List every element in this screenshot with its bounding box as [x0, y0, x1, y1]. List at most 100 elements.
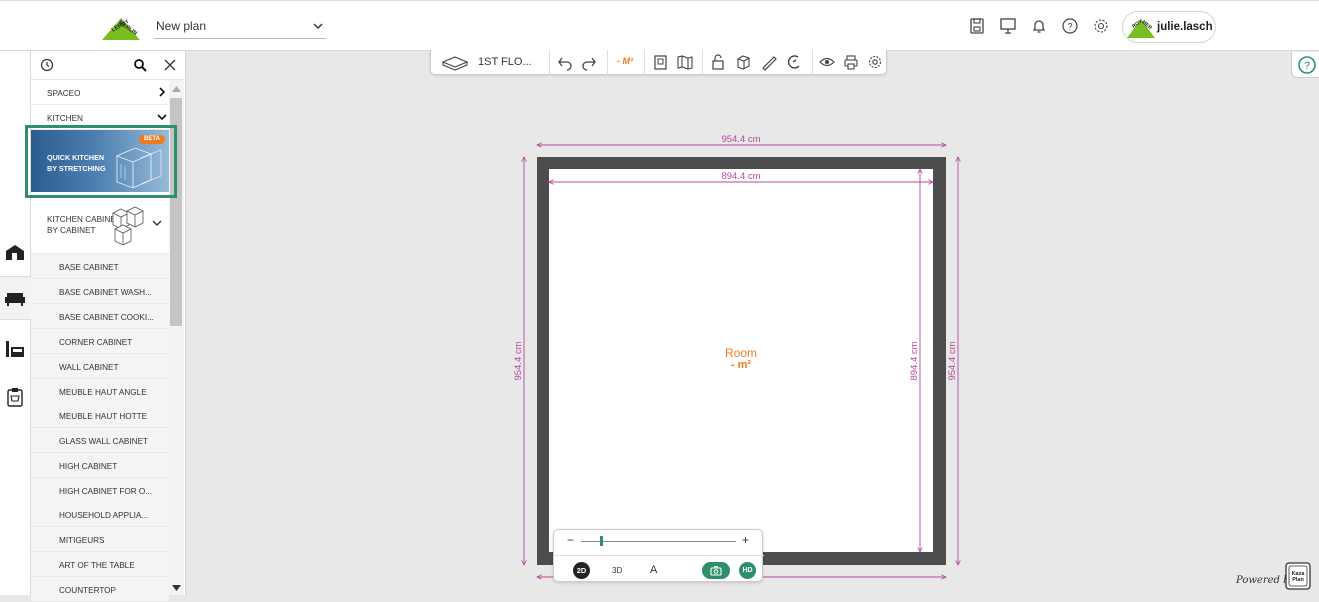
cube-icon[interactable]: [735, 54, 751, 71]
catalog-item-label: HOUSEHOLD APPLIA...: [59, 511, 149, 520]
magnet-icon[interactable]: [786, 54, 802, 71]
catalog-item-label: MITIGEURS: [59, 536, 105, 545]
user-menu[interactable]: ROY MER julie.lasch: [1122, 11, 1216, 43]
rail-house-button[interactable]: [0, 231, 31, 275]
view-controls: − + 2D 3D A HD: [553, 529, 764, 582]
catalog-item[interactable]: CORNER CABINET: [31, 329, 169, 354]
settings-icon[interactable]: [1092, 17, 1110, 35]
eye-icon[interactable]: [819, 54, 835, 71]
catalog-item[interactable]: WALL CABINET: [31, 354, 169, 379]
toolbar-separator: [549, 50, 550, 75]
rail-furniture-button[interactable]: [0, 276, 31, 320]
dim-label-outer-width: 954.4 cm: [721, 134, 760, 145]
catalog-item-label: BASE CABINET COOKI...: [59, 313, 154, 322]
sofa-icon: [5, 293, 25, 306]
rail-kitchen-button[interactable]: [0, 327, 31, 371]
ruler-icon[interactable]: [761, 54, 777, 71]
user-name: julie.lasch: [1157, 21, 1213, 33]
category-spaceo[interactable]: SPACEO: [31, 80, 169, 105]
map-icon[interactable]: [676, 54, 694, 71]
top-bar: LEROY MERLIN New plan ? ROY MER julie.la…: [0, 0, 1319, 51]
floor-icon: [441, 56, 469, 71]
cabinet-stack-icon: [112, 206, 144, 245]
toolbar-separator: [702, 50, 703, 75]
close-icon[interactable]: [163, 58, 177, 72]
catalog-item[interactable]: BASE CABINET COOKI...: [31, 304, 169, 329]
presentation-icon[interactable]: [999, 17, 1017, 35]
svg-text:?: ?: [1067, 22, 1072, 32]
category-label: KITCHEN: [47, 114, 83, 123]
view-3d-button[interactable]: 3D: [612, 566, 622, 575]
catalog-item[interactable]: HIGH CABINET: [31, 453, 169, 478]
undo-icon[interactable]: [557, 54, 573, 71]
bell-icon[interactable]: [1030, 17, 1048, 35]
redo-icon[interactable]: [581, 54, 597, 71]
chevron-down-icon: [157, 114, 167, 121]
catalog-item-label: CORNER CABINET: [59, 338, 133, 347]
plan-name-select[interactable]: New plan: [154, 15, 326, 39]
catalog-item[interactable]: BASE CABINET WASH...: [31, 279, 169, 304]
zoom-out-button[interactable]: −: [567, 533, 574, 547]
text-toggle-button[interactable]: A: [650, 564, 657, 576]
catalog-item-label: HIGH CABINET: [59, 462, 118, 471]
catalog-item[interactable]: COUNTERTOP: [31, 577, 169, 602]
rail-shopping-list-button[interactable]: [0, 376, 31, 420]
leroy-merlin-logo[interactable]: LEROY MERLIN: [100, 12, 142, 42]
catalog-item-label: MEUBLE HAUT HOTTE: [59, 412, 148, 421]
print-icon[interactable]: [843, 54, 859, 71]
document-icon[interactable]: [653, 54, 668, 71]
zoom-in-button[interactable]: +: [742, 533, 749, 547]
catalog-item[interactable]: MEUBLE HAUT ANGLE: [31, 379, 169, 404]
room-name: Room: [724, 346, 757, 360]
view-controls-divider: [554, 555, 764, 556]
room-area: - m²: [730, 359, 752, 371]
dim-label-outer-height-left: 954.4 cm: [513, 341, 524, 380]
toolbar-separator: [812, 50, 813, 75]
settings-icon[interactable]: [867, 54, 883, 71]
hd-render-button[interactable]: HD: [739, 562, 756, 579]
catalog-item[interactable]: HOUSEHOLD APPLIA...: [31, 502, 169, 527]
catalog-item[interactable]: HIGH CABINET FOR O...: [31, 478, 169, 503]
clipboard-cart-icon: [7, 388, 23, 407]
catalog-item[interactable]: BASE CABINET: [31, 254, 169, 279]
zoom-slider-track[interactable]: [581, 541, 736, 542]
plan-toolbar: 1ST FLO... - M²: [430, 50, 887, 75]
history-icon[interactable]: [40, 58, 54, 72]
dim-label-inner-width: 894.4 cm: [721, 171, 760, 182]
area-toggle-button[interactable]: - M²: [617, 56, 633, 66]
catalog-item-label: GLASS WALL CABINET: [59, 437, 149, 446]
chevron-down-icon: [313, 23, 323, 29]
catalog-item-label: BASE CABINET: [59, 263, 119, 272]
floor-select[interactable]: 1ST FLO...: [478, 56, 532, 68]
kitchen-cabinet-group[interactable]: KITCHEN CABINET BY CABINET: [31, 199, 169, 254]
scroll-up-arrow-icon[interactable]: [172, 86, 181, 92]
view-2d-button[interactable]: 2D: [573, 562, 590, 579]
catalog-item-label: COUNTERTOP: [59, 586, 117, 595]
snapshot-button[interactable]: [702, 562, 730, 579]
chevron-down-icon: [152, 220, 162, 226]
toolbar-separator: [644, 50, 645, 75]
catalog-item[interactable]: MEUBLE HAUT HOTTE: [31, 403, 169, 428]
house-icon: [6, 245, 24, 260]
catalog-item-label: WALL CABINET: [59, 363, 119, 372]
kazaplan-logo[interactable]: Kaza Plan: [1285, 562, 1311, 590]
search-icon[interactable]: [133, 58, 147, 72]
scroll-down-arrow-icon[interactable]: [172, 585, 181, 591]
zoom-slider-handle[interactable]: [600, 536, 603, 546]
dim-label-inner-height: 894.4 cm: [909, 341, 920, 380]
lock-open-icon[interactable]: [711, 54, 725, 71]
catalog-item[interactable]: GLASS WALL CABINET: [31, 428, 169, 453]
svg-text:Plan: Plan: [1292, 577, 1304, 583]
category-label: SPACEO: [47, 89, 81, 98]
camera-icon: [710, 566, 722, 576]
catalog-item-label: ART OF THE TABLE: [59, 561, 135, 570]
save-icon[interactable]: [968, 17, 986, 35]
catalog-item[interactable]: ART OF THE TABLE: [31, 552, 169, 577]
room-label[interactable]: Room - m²: [720, 347, 762, 371]
user-avatar-logo: ROY MER: [1127, 18, 1155, 38]
help-button[interactable]: ?: [1291, 52, 1319, 78]
plan-name-text: New plan: [156, 19, 207, 33]
help-icon[interactable]: ?: [1061, 17, 1079, 35]
dim-label-outer-height-right: 954.4 cm: [947, 341, 958, 380]
catalog-item[interactable]: MITIGEURS: [31, 527, 169, 552]
